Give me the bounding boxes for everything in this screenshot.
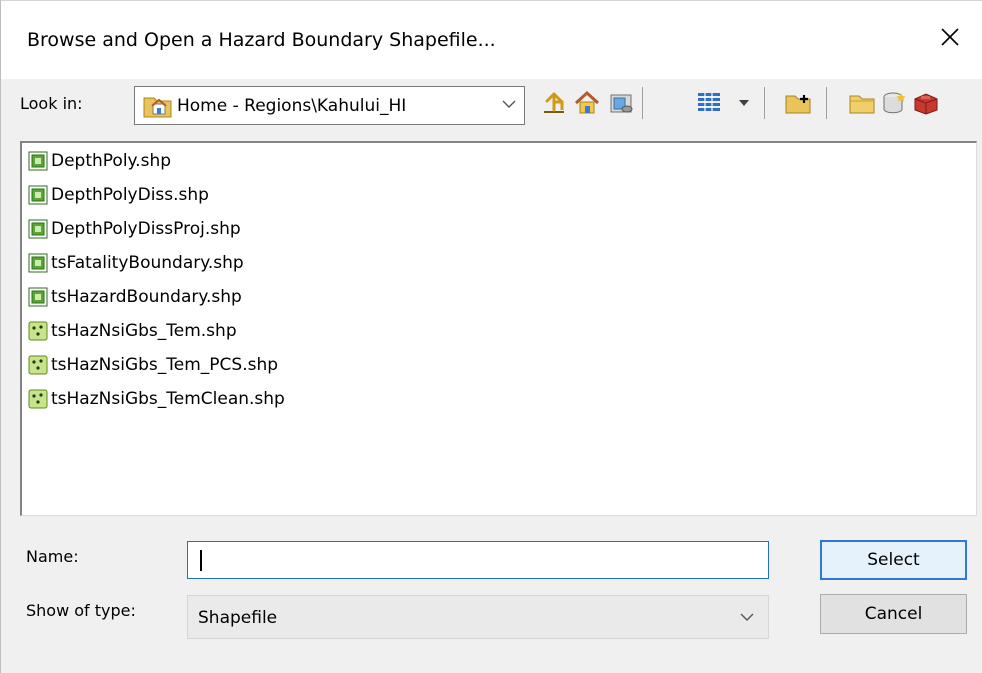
list-item[interactable]: tsHazNsiGbs_TemClean.shp: [28, 384, 448, 414]
polygon-shapefile-icon: [28, 151, 48, 171]
list-item[interactable]: tsHazNsiGbs_Tem_PCS.shp: [28, 350, 448, 380]
connect-folder-icon[interactable]: [785, 90, 811, 116]
toolbar-separator: [764, 87, 765, 119]
look-in-value: Home - Regions\Kahului_HI: [177, 96, 407, 116]
home-folder-icon: [143, 97, 172, 118]
home-icon[interactable]: [574, 90, 600, 116]
point-shapefile-icon: [28, 321, 48, 341]
look-in-combo[interactable]: Home - Regions\Kahului_HI: [134, 86, 525, 125]
look-in-label: Look in:: [20, 94, 83, 113]
list-item[interactable]: DepthPoly.shp: [28, 146, 448, 176]
up-one-level-icon[interactable]: [541, 90, 567, 116]
list-item[interactable]: tsHazNsiGbs_Tem.shp: [28, 316, 448, 346]
chevron-down-icon[interactable]: [738, 99, 750, 107]
dialog-title: Browse and Open a Hazard Boundary Shapef…: [27, 29, 496, 51]
type-label: Show of type:: [26, 601, 136, 620]
file-name: tsHazNsiGbs_TemClean.shp: [51, 389, 285, 409]
point-shapefile-icon: [28, 389, 48, 409]
text-caret: [200, 550, 202, 571]
cancel-button[interactable]: Cancel: [820, 594, 967, 634]
select-button[interactable]: Select: [820, 540, 967, 580]
catalog-icon[interactable]: [608, 90, 634, 116]
toolbox-icon[interactable]: [913, 90, 939, 116]
file-name: tsHazNsiGbs_Tem.shp: [51, 321, 237, 341]
new-geodatabase-icon[interactable]: [881, 90, 907, 116]
polygon-shapefile-icon: [28, 253, 48, 273]
list-item[interactable]: tsHazardBoundary.shp: [28, 282, 448, 312]
file-name: tsHazardBoundary.shp: [51, 287, 242, 307]
new-folder-icon[interactable]: [849, 90, 875, 116]
file-name: tsFatalityBoundary.shp: [51, 253, 244, 273]
point-shapefile-icon: [28, 355, 48, 375]
file-type-select[interactable]: Shapefile: [187, 595, 769, 639]
name-label: Name:: [26, 547, 79, 566]
toolbar-separator: [642, 87, 643, 119]
toolbar-separator: [826, 87, 827, 119]
file-name: tsHazNsiGbs_Tem_PCS.shp: [51, 355, 279, 375]
file-name: DepthPolyDissProj.shp: [51, 219, 241, 239]
chevron-down-icon[interactable]: [740, 612, 754, 622]
file-name: DepthPoly.shp: [51, 151, 172, 171]
list-item[interactable]: DepthPolyDissProj.shp: [28, 214, 448, 244]
polygon-shapefile-icon: [28, 287, 48, 307]
list-item[interactable]: tsFatalityBoundary.shp: [28, 248, 448, 278]
polygon-shapefile-icon: [28, 219, 48, 239]
file-type-value: Shapefile: [198, 608, 278, 628]
file-name: DepthPolyDiss.shp: [51, 185, 209, 205]
view-options-icon[interactable]: [696, 90, 722, 116]
close-icon[interactable]: [936, 23, 964, 51]
name-input[interactable]: [187, 541, 769, 579]
open-shapefile-dialog: Browse and Open a Hazard Boundary Shapef…: [0, 0, 982, 673]
list-item[interactable]: DepthPolyDiss.shp: [28, 180, 448, 210]
title-bar: Browse and Open a Hazard Boundary Shapef…: [1, 1, 982, 79]
chevron-down-icon[interactable]: [502, 99, 516, 109]
polygon-shapefile-icon: [28, 185, 48, 205]
file-list[interactable]: DepthPoly.shp DepthPolyDiss.shp DepthPol…: [20, 141, 977, 516]
